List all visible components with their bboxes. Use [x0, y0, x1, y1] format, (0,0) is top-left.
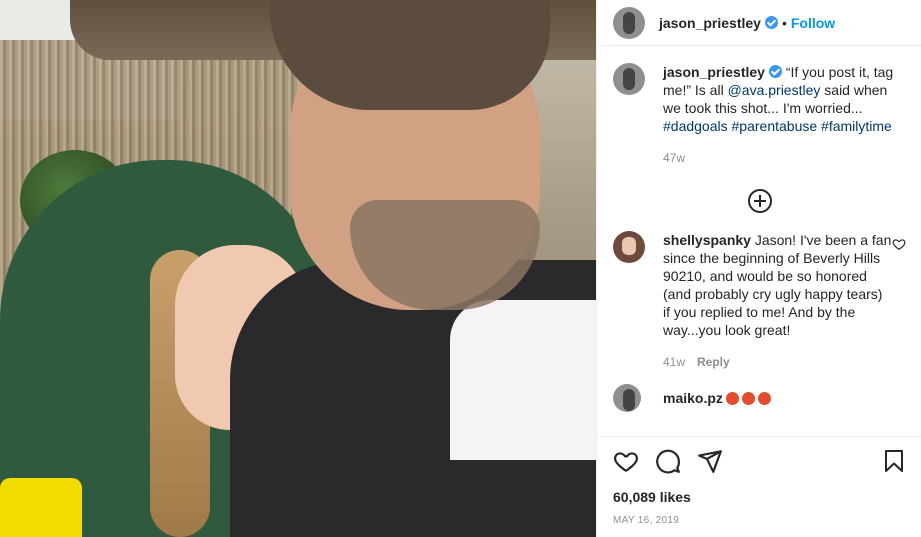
heart-icon[interactable]: [613, 448, 639, 474]
heart-eyes-emoji-icon: [757, 391, 771, 405]
caption-text: jason_priestley “If you post it, tag me!…: [663, 63, 906, 135]
reply-button[interactable]: Reply: [697, 355, 730, 369]
author-username[interactable]: jason_priestley: [659, 15, 761, 31]
author-avatar[interactable]: [613, 6, 645, 39]
caption-username[interactable]: jason_priestley: [663, 64, 765, 80]
post-header: jason_priestley • Follow: [597, 0, 921, 46]
caption-age[interactable]: 47w: [663, 149, 906, 167]
caption-mention[interactable]: @ava.priestley: [728, 82, 821, 98]
post-side-panel: jason_priestley • Follow jason_priestley…: [596, 0, 921, 537]
share-icon[interactable]: [697, 448, 723, 474]
comment-item: shellyspanky Jason! I've been a fan sinc…: [613, 231, 906, 371]
separator-dot: •: [781, 14, 787, 31]
comment-meta: 41w Reply: [663, 353, 892, 371]
comment-avatar[interactable]: [613, 384, 641, 412]
photo-yellow-cup: [0, 478, 82, 537]
action-icons: [613, 447, 906, 475]
hashtag-dadgoals[interactable]: #dadgoals: [663, 118, 728, 134]
save-icon[interactable]: [882, 448, 906, 474]
caption: jason_priestley “If you post it, tag me!…: [613, 63, 906, 167]
post-date[interactable]: MAY 16, 2019: [613, 515, 906, 526]
heart-eyes-emoji-icon: [741, 391, 755, 405]
comment-age[interactable]: 41w: [663, 355, 685, 369]
load-more-comments[interactable]: [613, 189, 906, 213]
verified-badge-icon: [768, 65, 782, 78]
comment-username[interactable]: maiko.pz: [663, 390, 723, 406]
comment-like-heart-icon[interactable]: [892, 237, 906, 251]
comment-username[interactable]: shellyspanky: [663, 232, 751, 248]
comment-text: shellyspanky Jason! I've been a fan sinc…: [663, 231, 892, 339]
comments-list[interactable]: jason_priestley “If you post it, tag me!…: [597, 47, 921, 436]
post-photo[interactable]: [0, 0, 596, 537]
add-comment-icon[interactable]: [747, 189, 772, 213]
comment-item: maiko.pz: [613, 384, 906, 412]
likes-count[interactable]: 60,089 likes: [613, 489, 906, 505]
heart-eyes-emoji-icon: [725, 391, 739, 405]
photo-man-shirt: [450, 300, 596, 460]
hashtag-parentabuse[interactable]: #parentabuse: [732, 118, 818, 134]
comment-avatar[interactable]: [613, 231, 645, 263]
comment-icon[interactable]: [655, 448, 681, 474]
follow-button[interactable]: Follow: [791, 15, 835, 31]
verified-badge-icon: [764, 16, 778, 29]
hashtag-familytime[interactable]: #familytime: [821, 118, 892, 134]
post-actions: 60,089 likes MAY 16, 2019: [597, 436, 921, 537]
caption-avatar[interactable]: [613, 63, 645, 95]
